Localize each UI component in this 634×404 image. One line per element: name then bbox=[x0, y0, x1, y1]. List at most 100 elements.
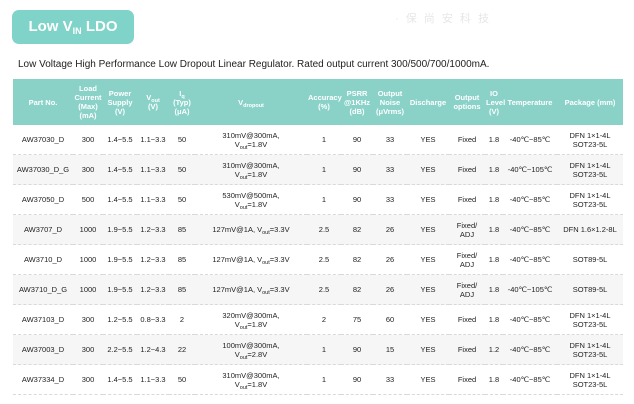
cell-vout: 0.8~3.3 bbox=[137, 304, 169, 335]
table-row: AW37050_D 500 1.4~5.5 1.1~3.3 50 530mV@500mA,… bbox=[13, 184, 623, 215]
cell-part-no: AW3707_D bbox=[13, 214, 73, 245]
cell-package: DFN 1×1-4L SOT23-5L bbox=[557, 154, 623, 185]
cell-power-supply: 1.9~5.5 bbox=[103, 244, 137, 275]
watermark-text: · 保 尚 安 科 技 bbox=[395, 13, 491, 25]
header-output-options: Output options bbox=[449, 79, 485, 125]
cell-part-no: AW37103_D bbox=[13, 304, 73, 335]
cell-temperature: -40℃~85℃ bbox=[503, 125, 557, 155]
cell-load-current: 1000 bbox=[73, 244, 103, 275]
cell-temperature: -40℃~85℃ bbox=[503, 214, 557, 245]
cell-accuracy: 2 bbox=[307, 304, 341, 335]
cell-output-options: Fixed/ ADJ bbox=[449, 274, 485, 305]
cell-noise: 60 bbox=[373, 304, 407, 335]
cell-psrr: 82 bbox=[341, 274, 373, 305]
cell-package: DFN 1×1-4L SOT23-5L bbox=[557, 184, 623, 215]
cell-accuracy: 2.5 bbox=[307, 214, 341, 245]
cell-iq: 85 bbox=[169, 244, 195, 275]
cell-power-supply: 1.9~5.5 bbox=[103, 214, 137, 245]
cell-discharge: YES bbox=[407, 154, 449, 185]
cell-power-supply: 1.2~5.5 bbox=[103, 304, 137, 335]
cell-io-level: 1.8 bbox=[485, 304, 503, 335]
cell-output-options: Fixed/ ADJ bbox=[449, 244, 485, 275]
cell-iq: 85 bbox=[169, 274, 195, 305]
cell-iq: 50 bbox=[169, 154, 195, 185]
cell-accuracy: 1 bbox=[307, 154, 341, 185]
table-row: AW37030_D_G 300 1.4~5.5 1.1~3.3 50 310mV@300m… bbox=[13, 154, 623, 185]
cell-output-options: Fixed bbox=[449, 125, 485, 155]
table-row: AW37103_D 300 1.2~5.5 0.8~3.3 2 320mV@300mA, V… bbox=[13, 304, 623, 335]
cell-accuracy: 2.5 bbox=[307, 274, 341, 305]
cell-discharge: YES bbox=[407, 214, 449, 245]
table-row: AW3710_D 1000 1.9~5.5 1.2~3.3 85 127mV@1A, Vo… bbox=[13, 244, 623, 275]
title-main: Low V bbox=[28, 18, 73, 35]
cell-part-no: AW37050_D bbox=[13, 184, 73, 215]
cell-discharge: YES bbox=[407, 244, 449, 275]
ldo-spec-table: Part No. Load Current (Max) (mA) Power S… bbox=[13, 79, 623, 395]
section-subtitle: Low Voltage High Performance Low Dropout… bbox=[18, 59, 490, 70]
cell-output-options: Fixed bbox=[449, 334, 485, 365]
table-row: AW3710_D_G 1000 1.9~5.5 1.2~3.3 85 127mV@1A, … bbox=[13, 274, 623, 305]
header-vdropout: Vdropout bbox=[195, 79, 307, 125]
cell-noise: 26 bbox=[373, 274, 407, 305]
cell-psrr: 90 bbox=[341, 364, 373, 395]
cell-power-supply: 1.4~5.5 bbox=[103, 125, 137, 155]
cell-noise: 33 bbox=[373, 364, 407, 395]
cell-vout: 1.1~3.3 bbox=[137, 154, 169, 185]
cell-psrr: 75 bbox=[341, 304, 373, 335]
cell-psrr: 90 bbox=[341, 154, 373, 185]
cell-load-current: 1000 bbox=[73, 214, 103, 245]
cell-load-current: 300 bbox=[73, 364, 103, 395]
cell-vout: 1.2~3.3 bbox=[137, 244, 169, 275]
cell-part-no: AW37003_D bbox=[13, 334, 73, 365]
cell-io-level: 1.8 bbox=[485, 244, 503, 275]
cell-psrr: 82 bbox=[341, 244, 373, 275]
cell-load-current: 300 bbox=[73, 304, 103, 335]
cell-vdropout: 530mV@500mA, Vout=1.8V bbox=[195, 184, 307, 215]
cell-accuracy: 2.5 bbox=[307, 244, 341, 275]
cell-output-options: Fixed bbox=[449, 364, 485, 395]
cell-psrr: 82 bbox=[341, 214, 373, 245]
cell-temperature: -40℃~85℃ bbox=[503, 364, 557, 395]
cell-part-no: AW37334_D bbox=[13, 364, 73, 395]
cell-power-supply: 2.2~5.5 bbox=[103, 334, 137, 365]
cell-part-no: AW37030_D bbox=[13, 125, 73, 155]
cell-vdropout: 127mV@1A, Vout=3.3V bbox=[195, 244, 307, 275]
cell-vout: 1.1~3.3 bbox=[137, 125, 169, 155]
cell-iq: 2 bbox=[169, 304, 195, 335]
cell-output-options: Fixed/ ADJ bbox=[449, 214, 485, 245]
cell-vout: 1.2~4.3 bbox=[137, 334, 169, 365]
cell-package: SOT89-5L bbox=[557, 274, 623, 305]
cell-noise: 33 bbox=[373, 125, 407, 155]
cell-vdropout: 310mV@300mA, Vout=1.8V bbox=[195, 154, 307, 185]
cell-io-level: 1.8 bbox=[485, 214, 503, 245]
cell-iq: 50 bbox=[169, 125, 195, 155]
header-io-level: IO Level (V) bbox=[485, 79, 505, 125]
cell-output-options: Fixed bbox=[449, 304, 485, 335]
cell-vdropout: 320mV@300mA, Vout=1.8V bbox=[195, 304, 307, 335]
cell-power-supply: 1.4~5.5 bbox=[103, 364, 137, 395]
table-row: AW37334_D 300 1.4~5.5 1.1~3.3 50 310mV@300mA,… bbox=[13, 364, 623, 395]
cell-io-level: 1.8 bbox=[485, 184, 503, 215]
cell-temperature: -40℃~85℃ bbox=[503, 334, 557, 365]
cell-package: DFN 1×1-4L SOT23-5L bbox=[557, 304, 623, 335]
cell-noise: 26 bbox=[373, 244, 407, 275]
cell-discharge: YES bbox=[407, 334, 449, 365]
cell-io-level: 1.8 bbox=[485, 154, 503, 185]
header-package: Package (mm) bbox=[557, 79, 623, 125]
cell-vout: 1.2~3.3 bbox=[137, 274, 169, 305]
cell-temperature: -40℃~85℃ bbox=[503, 244, 557, 275]
cell-part-no: AW3710_D_G bbox=[13, 274, 73, 305]
cell-load-current: 300 bbox=[73, 125, 103, 155]
cell-discharge: YES bbox=[407, 274, 449, 305]
cell-iq: 50 bbox=[169, 184, 195, 215]
cell-load-current: 1000 bbox=[73, 274, 103, 305]
cell-iq: 50 bbox=[169, 364, 195, 395]
cell-load-current: 500 bbox=[73, 184, 103, 215]
cell-psrr: 90 bbox=[341, 125, 373, 155]
cell-package: SOT89-5L bbox=[557, 244, 623, 275]
cell-discharge: YES bbox=[407, 304, 449, 335]
cell-load-current: 300 bbox=[73, 334, 103, 365]
cell-vdropout: 100mV@300mA, Vout=2.8V bbox=[195, 334, 307, 365]
cell-package: DFN 1×1-4L SOT23-5L bbox=[557, 364, 623, 395]
header-discharge: Discharge bbox=[407, 79, 449, 125]
